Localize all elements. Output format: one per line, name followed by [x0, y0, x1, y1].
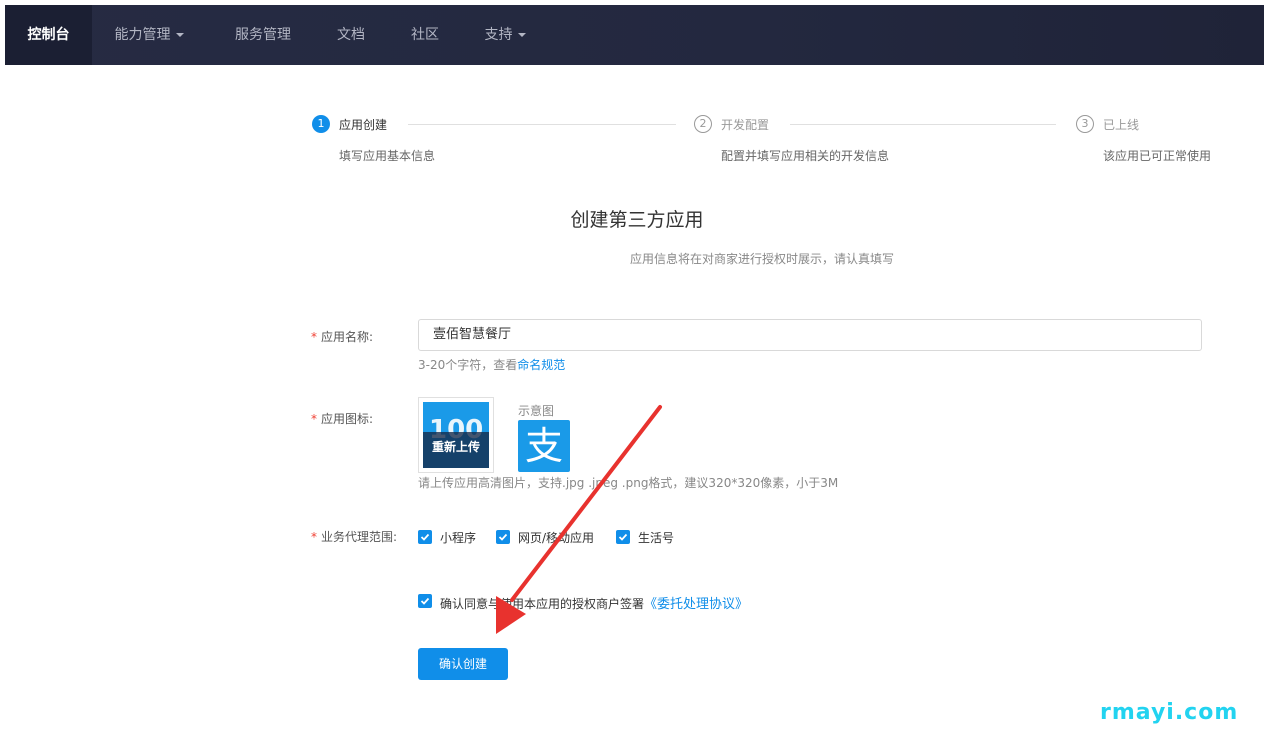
red-arrow-annotation [496, 405, 662, 634]
watermark: rmayi.com [1100, 700, 1239, 725]
